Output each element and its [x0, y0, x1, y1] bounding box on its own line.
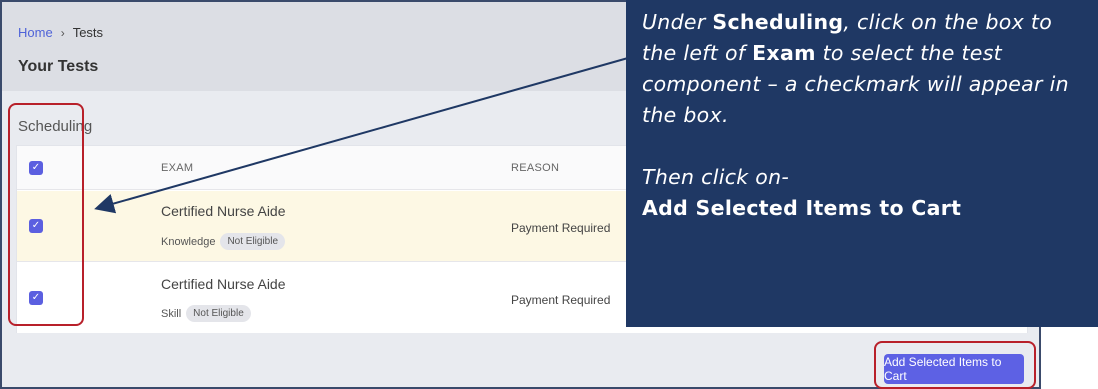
- reason-text: Payment Required: [511, 221, 611, 235]
- status-badge: Not Eligible: [186, 305, 251, 322]
- breadcrumb: Home › Tests: [18, 25, 103, 40]
- cart-button-highlight-annotation: [874, 341, 1036, 389]
- instruction-keyword-scheduling: Scheduling: [712, 10, 844, 34]
- breadcrumb-home-link[interactable]: Home: [18, 25, 53, 40]
- checkbox-highlight-annotation: [8, 103, 84, 326]
- instruction-text: Then click on-: [642, 165, 790, 189]
- reason-text: Payment Required: [511, 293, 611, 307]
- column-header-exam: EXAM: [161, 162, 194, 174]
- instruction-step-1: Under Scheduling, click on the box to th…: [642, 7, 1086, 131]
- chevron-right-icon: ›: [60, 25, 65, 40]
- status-badge: Not Eligible: [220, 233, 286, 250]
- instruction-keyword-exam: Exam: [752, 41, 816, 65]
- instruction-step-2: Then click on- Add Selected Items to Car…: [642, 162, 1086, 224]
- component-label: Knowledge: [161, 235, 216, 248]
- exam-component: Skill Not Eligible: [161, 305, 251, 322]
- page-title: Your Tests: [18, 58, 99, 75]
- breadcrumb-current: Tests: [72, 25, 104, 40]
- instruction-keyword-cart: Add Selected Items to Cart: [642, 196, 962, 220]
- instruction-callout: Under Scheduling, click on the box to th…: [626, 0, 1098, 327]
- exam-name: Certified Nurse Aide: [161, 276, 286, 292]
- component-label: Skill: [161, 307, 182, 320]
- column-header-reason: REASON: [511, 162, 560, 174]
- instruction-text: Under: [642, 10, 713, 34]
- exam-name: Certified Nurse Aide: [161, 203, 286, 219]
- exam-component: Knowledge Not Eligible: [161, 233, 286, 250]
